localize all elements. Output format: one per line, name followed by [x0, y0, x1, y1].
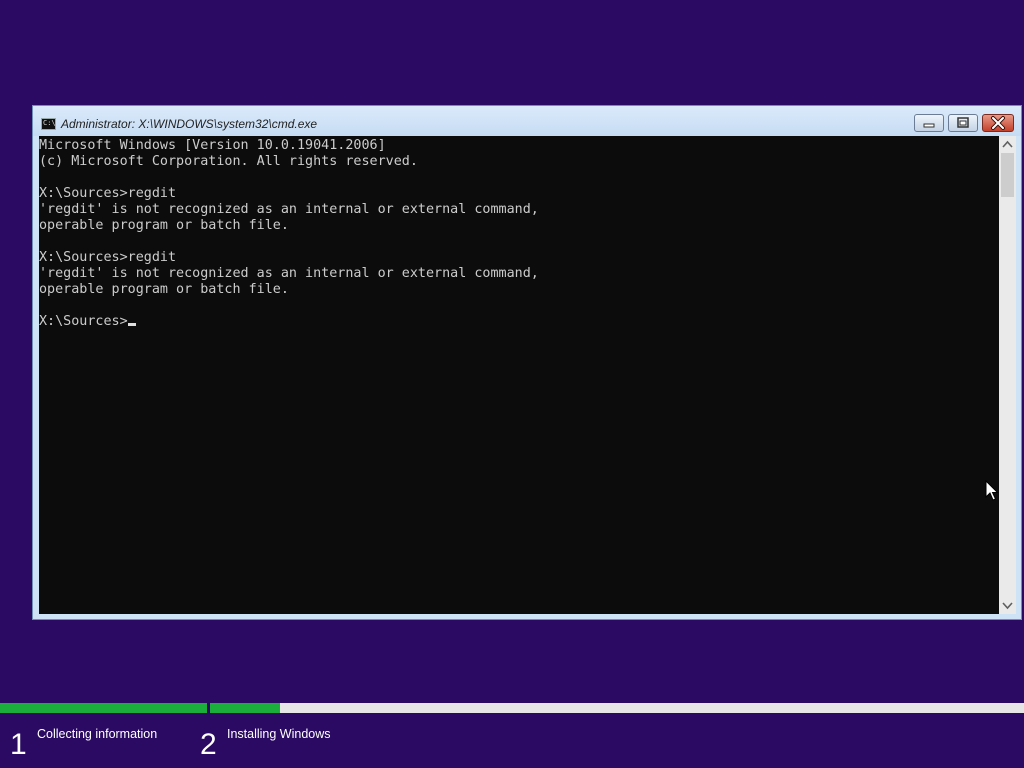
- close-button[interactable]: [982, 114, 1014, 132]
- console-line: operable program or batch file.: [39, 218, 289, 233]
- console-line: Microsoft Windows [Version 10.0.19041.20…: [39, 138, 386, 153]
- console-prompt: X:\Sources>: [39, 314, 128, 329]
- scroll-up-button[interactable]: [999, 136, 1016, 153]
- setup-background: C:\ Administrator: X:\WINDOWS\system32\c…: [0, 0, 1024, 768]
- console-line: X:\Sources>regdit: [39, 186, 177, 201]
- console-text: Microsoft Windows [Version 10.0.19041.20…: [39, 138, 539, 330]
- minimize-button[interactable]: [914, 114, 944, 132]
- chevron-down-icon: [1002, 602, 1013, 610]
- progress-segment-1: [0, 703, 207, 713]
- cmd-window[interactable]: C:\ Administrator: X:\WINDOWS\system32\c…: [32, 105, 1022, 620]
- progress-segment-2: [210, 703, 1024, 713]
- mouse-pointer-icon: [985, 480, 999, 501]
- step-number: 1: [10, 728, 27, 761]
- console-line: 'regdit' is not recognized as an interna…: [39, 266, 539, 281]
- cmd-icon-label: C:\: [43, 119, 56, 127]
- vertical-scrollbar[interactable]: [999, 136, 1016, 614]
- restore-icon: [957, 117, 969, 128]
- scroll-thumb[interactable]: [1001, 153, 1014, 197]
- console-output[interactable]: Microsoft Windows [Version 10.0.19041.20…: [39, 136, 999, 614]
- step-label: Collecting information: [37, 727, 158, 741]
- close-icon: [991, 116, 1005, 130]
- step-label: Installing Windows: [227, 727, 331, 741]
- console-prompt-line[interactable]: X:\Sources>: [39, 314, 539, 330]
- setup-progress-bar: [0, 703, 1024, 713]
- console-line: (c) Microsoft Corporation. All rights re…: [39, 154, 418, 169]
- console-line: 'regdit' is not recognized as an interna…: [39, 202, 539, 217]
- window-title: Administrator: X:\WINDOWS\system32\cmd.e…: [61, 117, 318, 131]
- cmd-icon: C:\: [41, 118, 56, 130]
- chevron-up-icon: [1002, 140, 1013, 148]
- text-caret: [127, 323, 136, 326]
- progress-fill-2: [210, 703, 280, 713]
- step-number: 2: [200, 728, 217, 761]
- console-line: operable program or batch file.: [39, 282, 289, 297]
- maximize-button[interactable]: [948, 114, 978, 132]
- minimize-icon: [923, 123, 935, 128]
- title-bar[interactable]: C:\ Administrator: X:\WINDOWS\system32\c…: [33, 106, 1021, 136]
- scroll-down-button[interactable]: [999, 597, 1016, 614]
- console-line: X:\Sources>regdit: [39, 250, 177, 265]
- progress-fill-1: [0, 703, 207, 713]
